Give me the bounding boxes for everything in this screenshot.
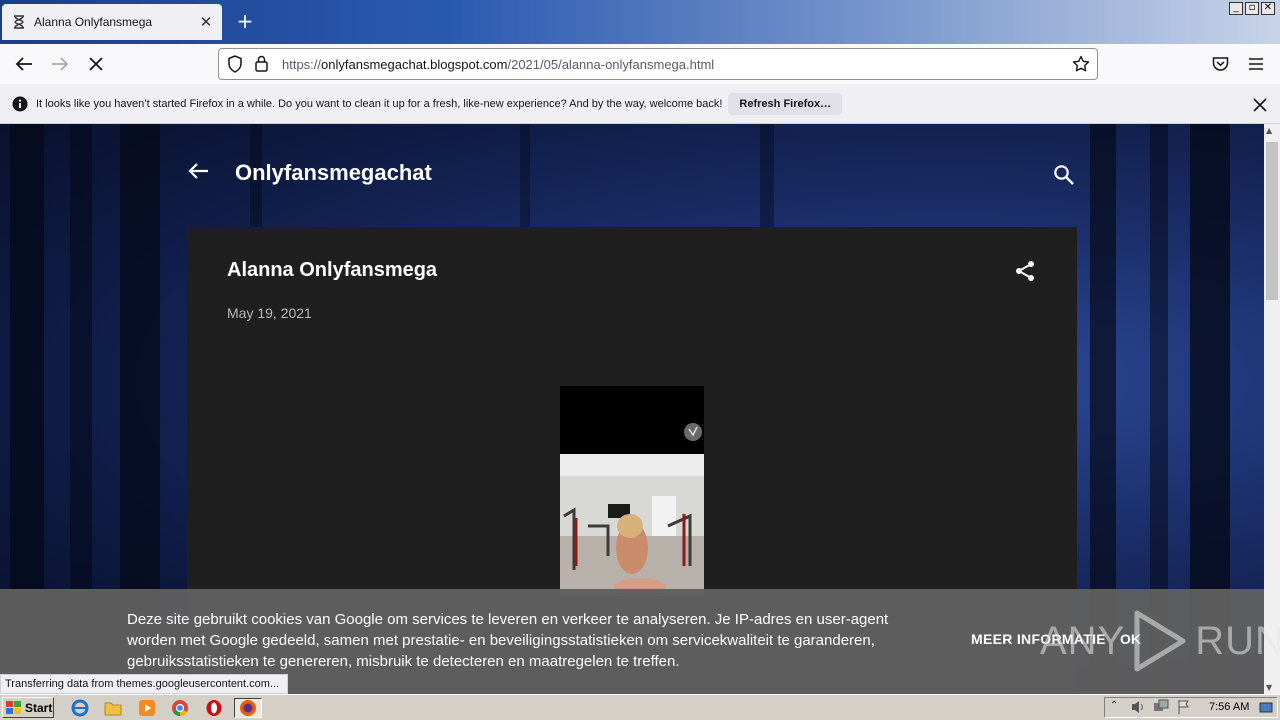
url-path: /2021/05/alanna-onlyfansmega.html (507, 56, 715, 72)
tab-title: Alanna Onlyfansmega (34, 15, 153, 29)
start-button[interactable]: Start (2, 697, 54, 718)
new-tab-button[interactable]: + (234, 11, 256, 33)
pocket-button[interactable] (1206, 52, 1234, 76)
menu-button[interactable] (1242, 52, 1270, 76)
volume-icon[interactable] (1131, 699, 1145, 719)
refresh-firefox-button[interactable]: Refresh Firefox… (728, 92, 843, 115)
pocket-icon (1212, 57, 1228, 71)
windows-logo-icon (6, 700, 21, 714)
forward-button[interactable] (46, 52, 74, 76)
back-arrow-icon (15, 57, 32, 71)
hourglass-icon (12, 15, 26, 29)
post-title: Alanna Onlyfansmega (227, 259, 438, 281)
notification-bar: It looks like you haven’t started Firefo… (0, 84, 1280, 124)
post-image[interactable] (560, 386, 704, 596)
ie-icon[interactable] (69, 698, 91, 718)
close-icon (89, 57, 103, 71)
info-icon (12, 96, 28, 112)
shield-icon[interactable] (227, 55, 245, 73)
forward-arrow-icon (52, 57, 69, 71)
hamburger-menu-icon (1249, 58, 1263, 70)
network-icon[interactable] (1153, 699, 1169, 719)
opera-icon[interactable] (203, 698, 225, 718)
show-desktop-icon[interactable] (1259, 700, 1273, 719)
status-bar: Transferring data from themes.googleuser… (0, 674, 289, 694)
blog-title[interactable]: Onlyfansmegachat (235, 160, 432, 186)
url-text[interactable]: https://onlyfansmegachat.blogspot.com/20… (282, 57, 714, 72)
bookmark-star-icon[interactable] (1072, 55, 1090, 73)
watermark-text-right: RUN (1195, 618, 1280, 663)
taskbar: Start ⌃ 7:56 AM (0, 694, 1280, 720)
url-prefix: https:// (282, 56, 322, 72)
share-icon[interactable] (1013, 259, 1037, 283)
tab-close-icon[interactable]: ✕ (198, 13, 214, 31)
scroll-up-arrow-icon[interactable]: ▲ (1266, 126, 1272, 135)
search-icon[interactable] (1053, 164, 1075, 186)
system-tray: ⌃ 7:56 AM (1104, 697, 1278, 718)
explorer-folder-icon[interactable] (102, 698, 124, 718)
clock: 7:56 AM (1209, 701, 1250, 713)
blog-back-arrow-icon[interactable] (187, 160, 213, 184)
cookie-text: Deze site gebruikt cookies van Google om… (127, 611, 889, 670)
navigation-bar: https://onlyfansmegachat.blogspot.com/20… (0, 44, 1280, 84)
start-label: Start (25, 700, 53, 715)
blog-header: Onlyfansmegachat (187, 124, 1077, 224)
scrollbar-thumb[interactable] (1266, 142, 1278, 300)
lock-icon[interactable] (255, 55, 269, 73)
post-date: May 19, 2021 (227, 305, 312, 321)
anyrun-watermark: ANY RUN (1040, 609, 1280, 673)
play-triangle-icon (1134, 610, 1186, 672)
close-window-button[interactable]: ✕ (1261, 2, 1275, 15)
watermark-text-left: ANY (1040, 618, 1126, 663)
notification-text: It looks like you haven’t started Firefo… (36, 97, 723, 110)
minimize-button[interactable]: _ (1229, 2, 1243, 15)
notification-close-icon[interactable] (1253, 97, 1267, 112)
url-bar[interactable]: https://onlyfansmegachat.blogspot.com/20… (218, 48, 1098, 80)
chrome-icon[interactable] (169, 698, 191, 718)
flag-icon[interactable] (1177, 699, 1191, 719)
tray-expand-icon[interactable]: ⌃ (1110, 700, 1118, 711)
tab-active[interactable]: Alanna Onlyfansmega ✕ (2, 4, 222, 40)
firefox-taskbar-icon[interactable] (234, 698, 262, 718)
back-button[interactable] (10, 52, 38, 76)
title-bar: Alanna Onlyfansmega ✕ + _ ▫ ✕ (0, 0, 1280, 44)
restore-button[interactable]: ▫ (1245, 2, 1259, 15)
url-host: onlyfansmegachat.blogspot.com (321, 56, 508, 72)
media-player-icon[interactable] (136, 698, 158, 718)
scroll-down-arrow-icon[interactable]: ▼ (1266, 683, 1272, 692)
stop-loading-button[interactable] (82, 52, 110, 76)
